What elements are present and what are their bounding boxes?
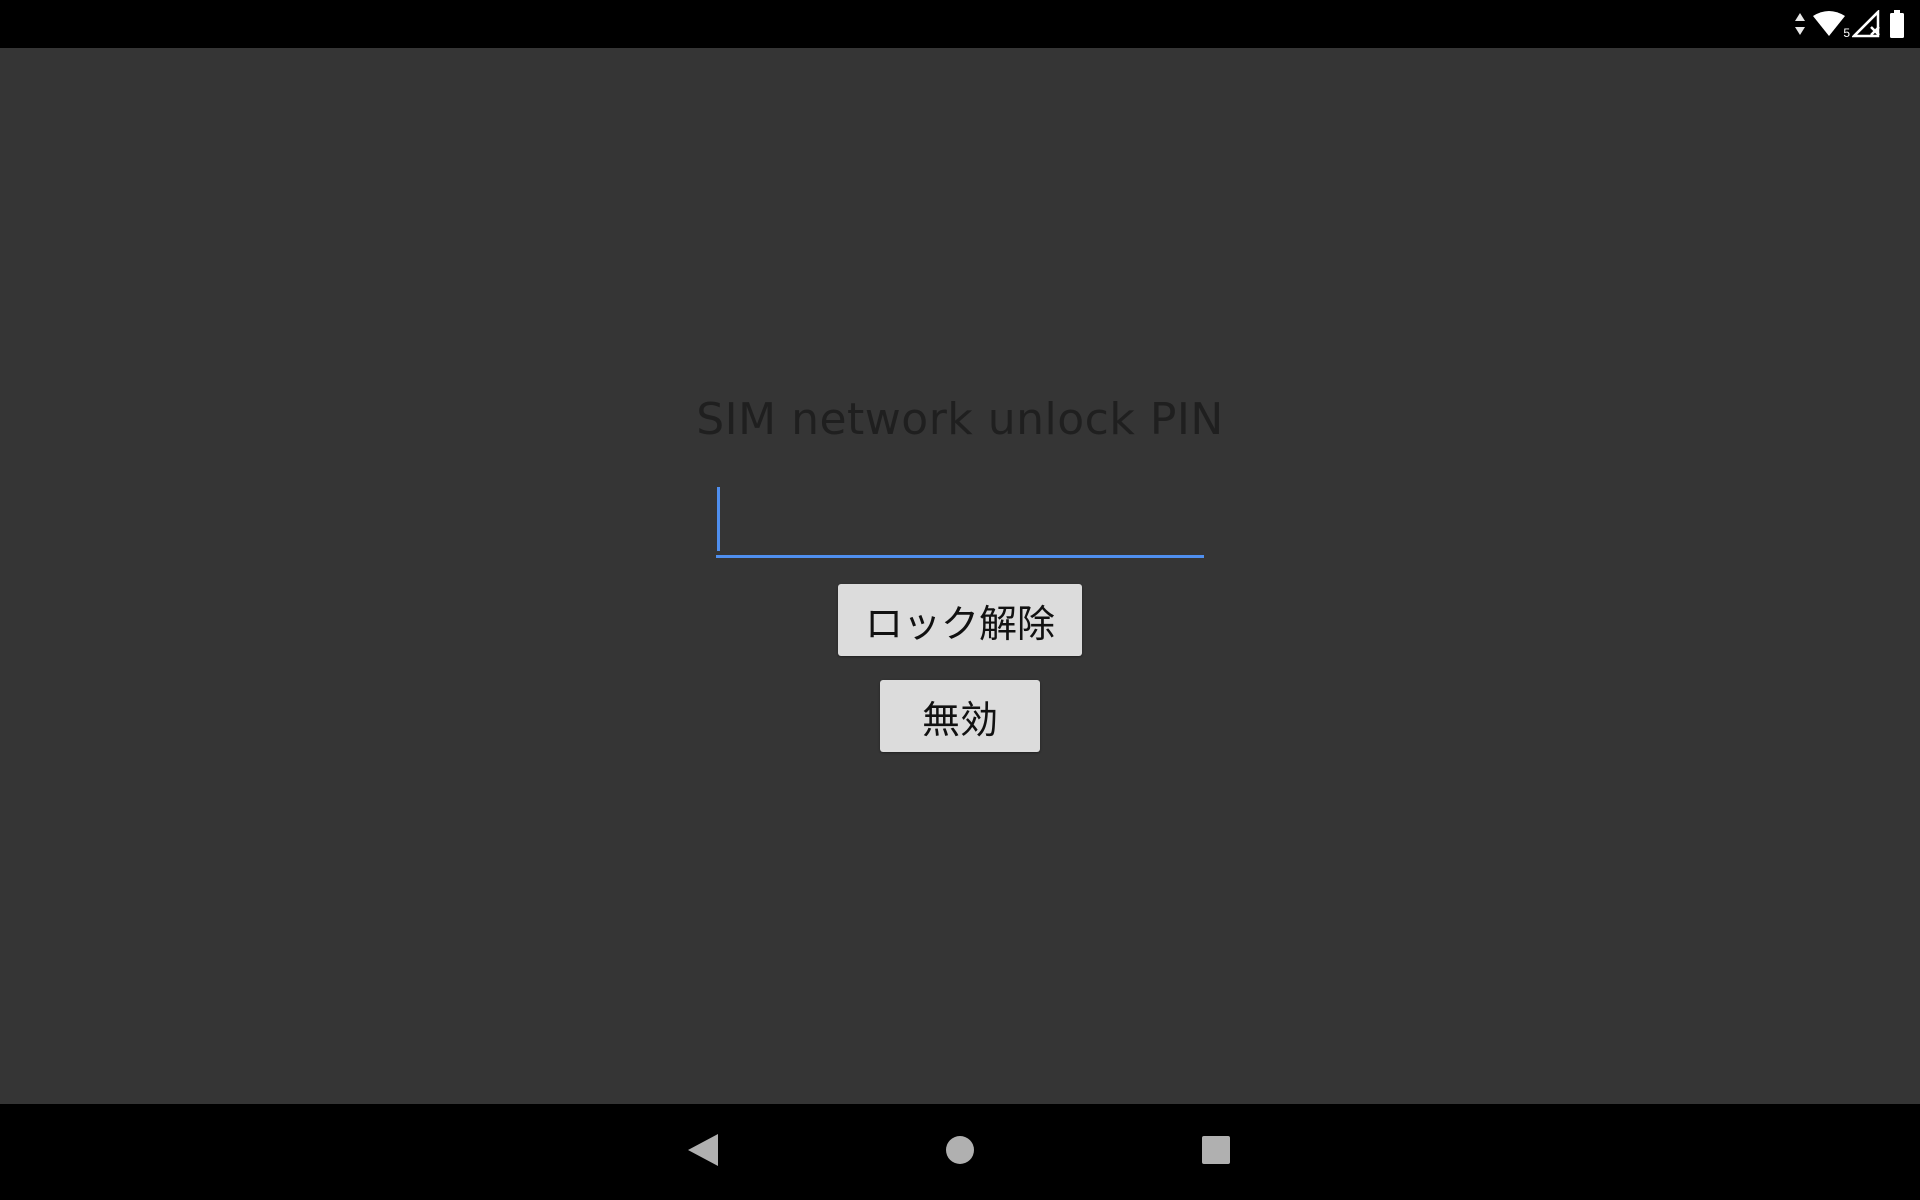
recents-icon <box>1201 1135 1231 1169</box>
back-button[interactable] <box>679 1128 727 1176</box>
home-button[interactable] <box>936 1128 984 1176</box>
disable-button[interactable]: 無効 <box>880 680 1040 752</box>
navigation-bar <box>0 1104 1920 1200</box>
status-icons: 5 <box>1794 8 1906 40</box>
back-icon <box>686 1132 720 1172</box>
data-activity-icon <box>1794 11 1806 37</box>
page-title: SIM network unlock PIN <box>696 394 1224 445</box>
wifi-badge: 5 <box>1843 26 1850 40</box>
status-bar: 5 <box>0 0 1920 48</box>
sim-unlock-screen <box>0 48 1920 1104</box>
no-signal-icon <box>1852 10 1882 38</box>
unlock-button[interactable]: ロック解除 <box>838 584 1082 656</box>
battery-icon <box>1888 9 1906 39</box>
recents-button[interactable] <box>1192 1128 1240 1176</box>
text-caret <box>717 487 720 551</box>
wifi-icon: 5 <box>1812 10 1850 40</box>
home-icon <box>944 1134 976 1170</box>
pin-input[interactable] <box>716 478 1204 558</box>
